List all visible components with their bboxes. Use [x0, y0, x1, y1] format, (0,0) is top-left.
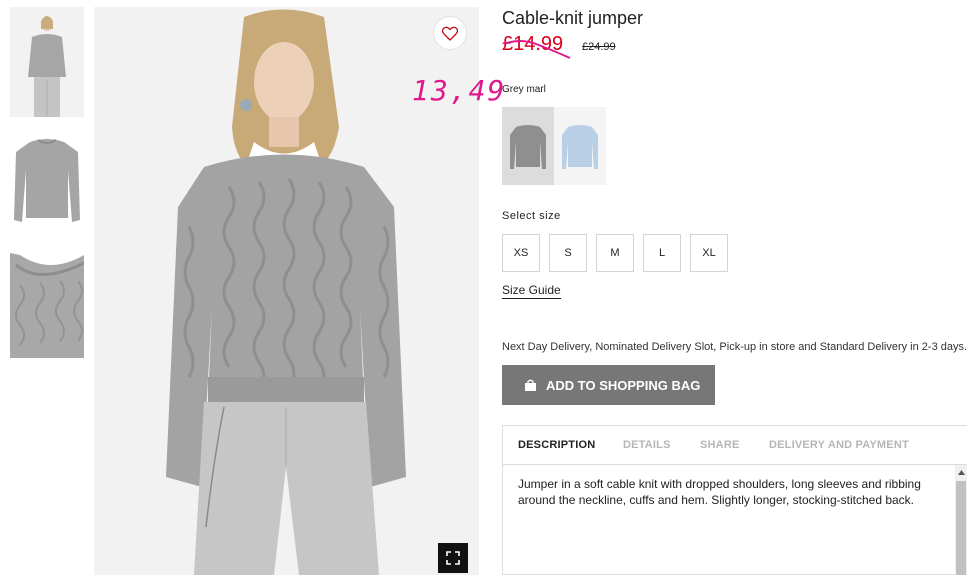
delivery-info: Next Day Delivery, Nominated Delivery Sl…	[502, 341, 967, 353]
swatch-light-blue[interactable]	[554, 107, 606, 185]
size-guide-link[interactable]: Size Guide	[502, 283, 561, 299]
size-xs-button[interactable]: XS	[502, 234, 540, 272]
add-to-bag-button[interactable]: ADD TO SHOPPING BAG	[502, 365, 715, 405]
thumbnail-front[interactable]	[10, 130, 84, 230]
size-m-button[interactable]: M	[596, 234, 634, 272]
handwritten-price-note: 13,49	[412, 74, 507, 107]
product-title: Cable-knit jumper	[502, 8, 644, 28]
thumbnail-detail-image	[10, 245, 84, 358]
shopping-bag-icon	[525, 379, 536, 391]
tab-delivery-and-payment[interactable]: DELIVERY AND PAYMENT	[769, 439, 909, 451]
tab-details[interactable]: DETAILS	[623, 439, 671, 451]
size-s-button[interactable]: S	[549, 234, 587, 272]
selected-color-name: Grey marl	[502, 84, 546, 95]
thumbnail-model[interactable]	[10, 7, 84, 117]
tabs-divider	[503, 464, 967, 465]
chevron-up-icon	[957, 469, 965, 475]
expand-image-button[interactable]	[438, 543, 468, 573]
heart-icon	[442, 26, 458, 41]
tab-share[interactable]: SHARE	[700, 439, 740, 451]
tab-description[interactable]: DESCRIPTION	[518, 439, 595, 451]
swatch-grey-marl[interactable]	[502, 107, 554, 185]
favourite-button[interactable]	[433, 16, 467, 50]
scrollbar-thumb[interactable]	[956, 481, 966, 575]
size-xl-button[interactable]: XL	[690, 234, 728, 272]
size-l-button[interactable]: L	[643, 234, 681, 272]
description-text: Jumper in a soft cable knit with dropped…	[518, 477, 921, 507]
swatch-blue-image	[562, 125, 598, 169]
select-size-label: Select size	[502, 210, 561, 222]
expand-icon	[446, 551, 460, 565]
thumbnail-model-image	[10, 7, 84, 117]
price-scribble	[503, 40, 571, 59]
product-tabs-panel: DESCRIPTION DETAILS SHARE DELIVERY AND P…	[502, 425, 967, 575]
original-price: £24.99	[582, 41, 616, 53]
add-to-bag-label: ADD TO SHOPPING BAG	[546, 377, 701, 393]
description-scrollbar[interactable]	[955, 465, 967, 575]
thumbnail-front-image	[10, 130, 84, 230]
swatch-grey-image	[510, 125, 546, 169]
thumbnail-detail[interactable]	[10, 245, 84, 358]
scroll-up-arrow[interactable]	[955, 465, 967, 479]
